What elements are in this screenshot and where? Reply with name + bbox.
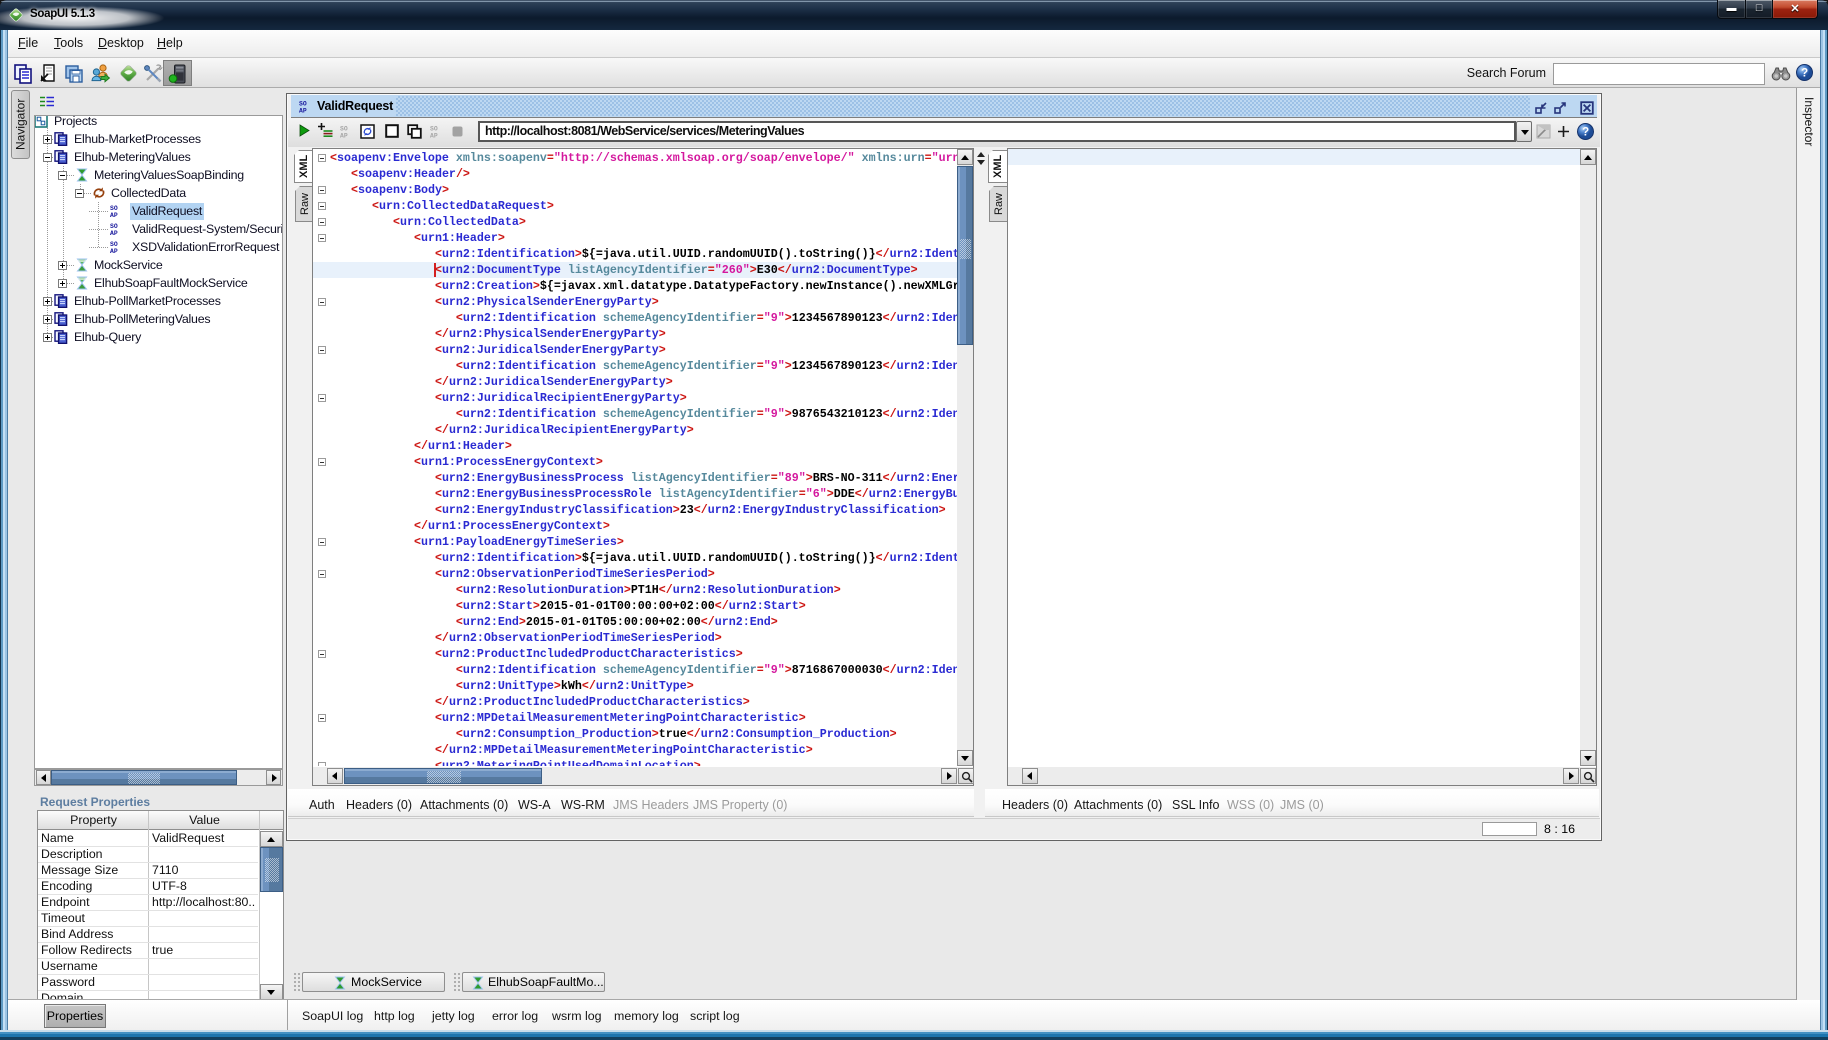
- svg-text:?: ?: [1582, 127, 1589, 139]
- svg-text:AP: AP: [430, 133, 438, 138]
- svg-text:SO: SO: [340, 125, 348, 132]
- svg-text:SO: SO: [110, 223, 118, 230]
- svg-text:AP: AP: [340, 133, 348, 138]
- svg-text:SO: SO: [110, 241, 118, 248]
- svg-text:?: ?: [1801, 68, 1808, 80]
- svg-text:SO: SO: [430, 125, 438, 132]
- svg-text:AP: AP: [110, 230, 118, 236]
- svg-text:AP: AP: [110, 212, 118, 218]
- svg-text:AP: AP: [299, 108, 307, 113]
- svg-text:AP: AP: [110, 248, 118, 254]
- svg-text:SO: SO: [110, 205, 118, 212]
- svg-text:SO: SO: [299, 100, 307, 107]
